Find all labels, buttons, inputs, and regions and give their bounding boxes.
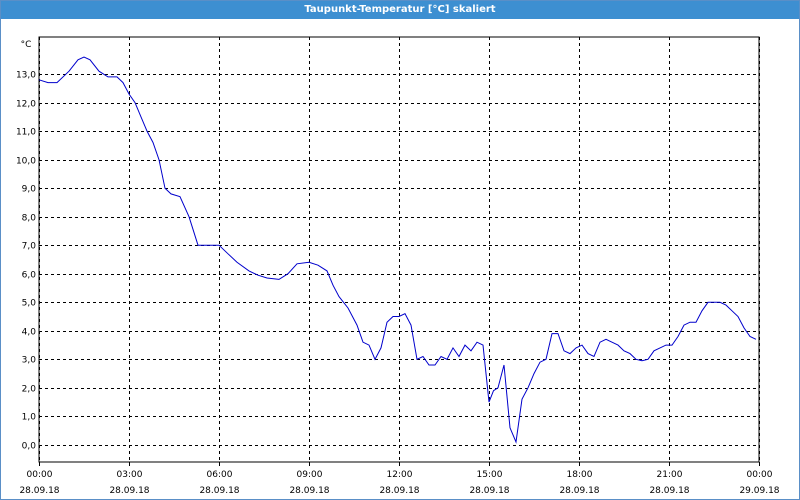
x-tick-date: 28.09.18 xyxy=(109,486,149,496)
x-tick-date: 28.09.18 xyxy=(379,486,419,496)
x-tick-date: 29.09.18 xyxy=(739,486,779,496)
y-tick-label: 3,0 xyxy=(22,356,37,366)
x-tick-date: 28.09.18 xyxy=(19,486,59,496)
y-tick-label: 8,0 xyxy=(22,214,37,224)
y-tick-label: 12,0 xyxy=(16,100,36,110)
x-tick-date: 28.09.18 xyxy=(289,486,329,496)
x-tick-time: 00:00 xyxy=(27,470,53,480)
x-tick-date: 28.09.18 xyxy=(649,486,689,496)
x-tick-date: 28.09.18 xyxy=(199,486,239,496)
x-tick-time: 09:00 xyxy=(297,470,323,480)
x-tick-time: 18:00 xyxy=(567,470,593,480)
x-tick-time: 15:00 xyxy=(477,470,503,480)
series-line xyxy=(38,56,757,444)
y-axis-unit: °C xyxy=(21,40,32,50)
x-tick-time: 12:00 xyxy=(387,470,413,480)
x-tick-time: 21:00 xyxy=(657,470,683,480)
y-tick-label: 7,0 xyxy=(22,242,37,252)
y-tick-label: 9,0 xyxy=(22,185,37,195)
y-tick-label: 1,0 xyxy=(22,413,37,423)
y-tick-label: 2,0 xyxy=(22,385,37,395)
y-tick-label: 11,0 xyxy=(16,128,36,138)
y-tick-label: 5,0 xyxy=(22,299,37,309)
x-tick-date: 28.09.18 xyxy=(559,486,599,496)
x-tick-date: 28.09.18 xyxy=(469,486,509,496)
chart-canvas: 0,0 1,0 2,0 3,0 4,0 5,0 6,0 7,0 8,0 9,0 10,0 11,0 12… xyxy=(16,36,780,496)
y-tick-label: 6,0 xyxy=(22,271,37,281)
x-tick-time: 06:00 xyxy=(207,470,233,480)
x-tick-time: 03:00 xyxy=(117,470,143,480)
y-tick-label: 4,0 xyxy=(22,328,37,338)
y-tick-label: 13,0 xyxy=(16,71,36,81)
y-tick-label: 0,0 xyxy=(22,442,37,452)
x-tick-time: 00:00 xyxy=(747,470,773,480)
y-tick-label: 10,0 xyxy=(16,157,36,167)
